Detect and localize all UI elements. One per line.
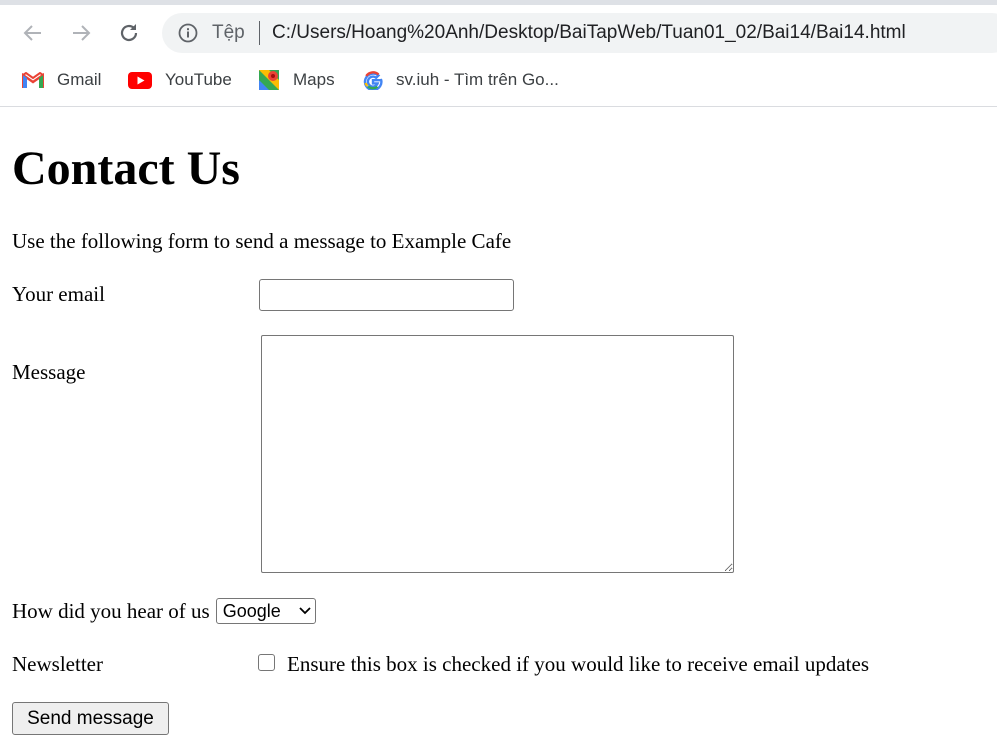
bookmark-label: sv.iuh - Tìm trên Go... (396, 70, 559, 89)
email-label: Your email (12, 282, 105, 306)
url-text[interactable]: C:/Users/Hoang%20Anh/Desktop/BaiTapWeb/T… (272, 22, 906, 44)
info-icon[interactable] (178, 23, 198, 43)
google-icon (363, 71, 383, 90)
reload-icon (120, 24, 138, 42)
arrow-left-icon (23, 25, 41, 41)
intro-text: Use the following form to send a message… (12, 229, 512, 253)
bookmark-label: YouTube (165, 70, 232, 89)
newsletter-checkbox[interactable] (258, 654, 275, 671)
email-field[interactable] (259, 279, 514, 311)
referral-selected-value: Google (222, 600, 281, 621)
bookmark-google-search[interactable]: sv.iuh - Tìm trên Go... (363, 69, 559, 91)
bookmark-label: Gmail (57, 70, 102, 89)
gmail-icon (22, 71, 44, 88)
forward-button[interactable] (66, 18, 96, 48)
back-button[interactable] (18, 18, 48, 48)
newsletter-description: Ensure this box is checked if you would … (287, 652, 870, 676)
chevron-down-icon (299, 607, 311, 615)
message-label: Message (12, 360, 86, 384)
referral-select[interactable]: Google (215, 598, 316, 624)
browser-toolbar: Tệp C:/Users/Hoang%20Anh/Desktop/BaiTapW… (0, 5, 997, 60)
bookmark-gmail[interactable]: Gmail (22, 69, 101, 91)
address-separator (259, 21, 260, 45)
bookmark-label: Maps (293, 70, 335, 89)
message-textarea[interactable] (261, 335, 734, 573)
arrow-right-icon (73, 25, 91, 41)
site-info-chip[interactable]: Tệp (212, 22, 245, 44)
newsletter-label: Newsletter (12, 652, 103, 676)
maps-icon (259, 70, 279, 90)
page-title: Contact Us (12, 142, 240, 195)
bookmarks-bar: Gmail YouTube Maps sv.iuh - Tìm trên Go.… (0, 60, 997, 107)
bookmark-youtube[interactable]: YouTube (128, 69, 232, 91)
referral-label: How did you hear of us (12, 598, 210, 623)
address-bar[interactable]: Tệp C:/Users/Hoang%20Anh/Desktop/BaiTapW… (162, 13, 997, 53)
reload-button[interactable] (114, 18, 144, 48)
send-message-button[interactable]: Send message (12, 702, 169, 735)
bookmark-maps[interactable]: Maps (258, 69, 335, 91)
youtube-icon (128, 71, 152, 89)
referral-row: How did you hear of us Google (12, 597, 316, 625)
